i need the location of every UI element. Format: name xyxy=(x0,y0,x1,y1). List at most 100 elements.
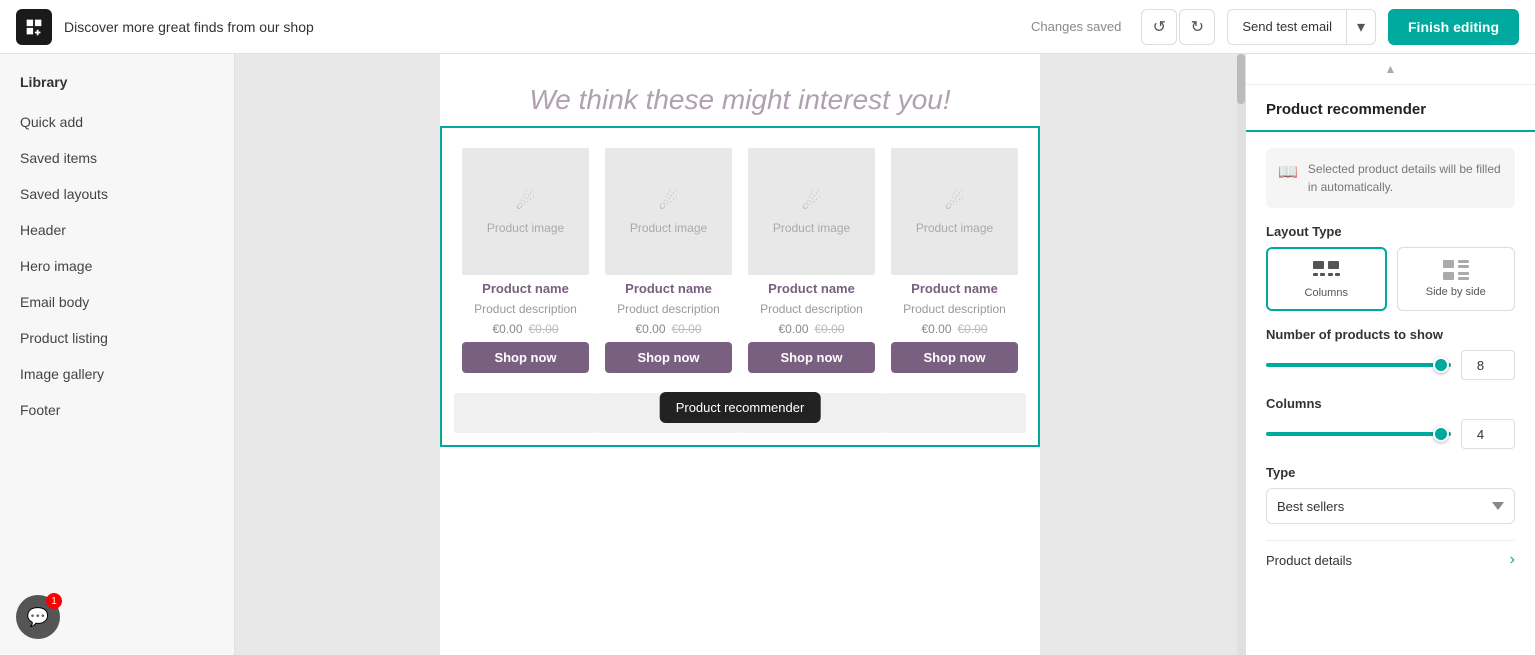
logo-icon xyxy=(23,16,45,38)
sidebar-item-quick-add[interactable]: Quick add xyxy=(0,104,234,140)
num-products-slider-thumb[interactable] xyxy=(1433,357,1449,373)
chat-widget[interactable]: 💬 1 xyxy=(16,595,60,639)
type-section: Type Best sellers Recently viewed Relate… xyxy=(1266,465,1515,524)
send-test-label: Send test email xyxy=(1228,10,1347,44)
logo xyxy=(16,9,52,45)
sidebar-item-saved-items[interactable]: Saved items xyxy=(0,140,234,176)
product-card-stub xyxy=(883,393,1026,433)
product-name[interactable]: Product name xyxy=(891,281,1018,296)
sidebar-item-hero-image[interactable]: Hero image xyxy=(0,248,234,284)
product-price-original: €0.00 xyxy=(815,322,845,336)
num-products-label: Number of products to show xyxy=(1266,327,1515,342)
columns-layout-label: Columns xyxy=(1305,287,1348,299)
product-description[interactable]: Product description xyxy=(748,302,875,316)
sidebar-item-product-listing[interactable]: Product listing xyxy=(0,320,234,356)
email-canvas: We think these might interest you! ☄ Pro… xyxy=(440,54,1040,655)
product-price-original: €0.00 xyxy=(529,322,559,336)
product-grid-selected[interactable]: ☄ Product image Product name Product des… xyxy=(440,126,1040,447)
page-title: Discover more great finds from our shop xyxy=(64,19,1019,35)
shop-now-button[interactable]: Shop now xyxy=(748,342,875,373)
product-card: ☄ Product image Product name Product des… xyxy=(740,140,883,381)
sidebar-item-footer[interactable]: Footer xyxy=(0,392,234,428)
product-details-row[interactable]: Product details › xyxy=(1266,540,1515,579)
product-price-current: €0.00 xyxy=(921,322,951,336)
product-price-current: €0.00 xyxy=(492,322,522,336)
product-card: ☄ Product image Product name Product des… xyxy=(597,140,740,381)
shop-now-button[interactable]: Shop now xyxy=(605,342,732,373)
product-details-arrow-icon[interactable]: › xyxy=(1510,551,1515,569)
right-panel-title: Product recommender xyxy=(1266,101,1426,130)
product-image-placeholder-icon: ☄ xyxy=(659,189,679,215)
send-test-email-button[interactable]: Send test email ▾ xyxy=(1227,9,1376,45)
num-products-slider-row xyxy=(1266,350,1515,380)
product-card-stub xyxy=(454,393,597,433)
product-price: €0.00 €0.00 xyxy=(635,322,701,336)
layout-type-label: Layout Type xyxy=(1266,224,1515,239)
product-card: ☄ Product image Product name Product des… xyxy=(883,140,1026,381)
product-image-label: Product image xyxy=(487,221,564,235)
product-image-placeholder-icon: ☄ xyxy=(802,189,822,215)
section-header: We think these might interest you! xyxy=(440,54,1040,126)
product-price-current: €0.00 xyxy=(635,322,665,336)
product-description[interactable]: Product description xyxy=(605,302,732,316)
scroll-up-icon: ▲ xyxy=(1385,62,1397,76)
product-name[interactable]: Product name xyxy=(605,281,732,296)
product-details-label: Product details xyxy=(1266,553,1352,568)
right-panel-header: Product recommender xyxy=(1246,85,1535,132)
chat-badge: 1 xyxy=(46,593,62,609)
info-icon: 📖 xyxy=(1278,162,1298,182)
send-test-dropdown-arrow[interactable]: ▾ xyxy=(1347,10,1375,44)
scroll-up-indicator: ▲ xyxy=(1246,54,1535,85)
right-panel: ▲ Product recommender 📖 Selected product… xyxy=(1245,54,1535,655)
layout-type-section: Layout Type Columns xyxy=(1266,224,1515,311)
product-price-current: €0.00 xyxy=(778,322,808,336)
main-area: Library Quick add Saved items Saved layo… xyxy=(0,54,1535,655)
sidebar-item-saved-layouts[interactable]: Saved layouts xyxy=(0,176,234,212)
columns-slider-thumb[interactable] xyxy=(1433,426,1449,442)
sidebar-item-image-gallery[interactable]: Image gallery xyxy=(0,356,234,392)
sidebar-item-email-body[interactable]: Email body xyxy=(0,284,234,320)
product-name[interactable]: Product name xyxy=(462,281,589,296)
product-description[interactable]: Product description xyxy=(462,302,589,316)
product-card-stub xyxy=(740,393,883,433)
product-image-label: Product image xyxy=(773,221,850,235)
layout-option-columns[interactable]: Columns xyxy=(1266,247,1387,311)
num-products-section: Number of products to show xyxy=(1266,327,1515,380)
product-description[interactable]: Product description xyxy=(891,302,1018,316)
product-grid-partial xyxy=(442,393,1038,445)
right-panel-body: 📖 Selected product details will be fille… xyxy=(1246,132,1535,595)
undo-button[interactable]: ↺ xyxy=(1141,9,1177,45)
side-by-side-layout-icon xyxy=(1441,258,1471,282)
canvas-scroll[interactable]: We think these might interest you! ☄ Pro… xyxy=(235,54,1245,655)
num-products-input[interactable] xyxy=(1461,350,1515,380)
columns-layout-icon xyxy=(1311,259,1341,283)
redo-button[interactable]: ↻ xyxy=(1179,9,1215,45)
num-products-slider[interactable] xyxy=(1266,363,1451,367)
section-heading[interactable]: We think these might interest you! xyxy=(480,84,1000,116)
product-card-stub xyxy=(597,393,740,433)
canvas-scrollbar-thumb[interactable] xyxy=(1237,54,1245,104)
product-image-label: Product image xyxy=(916,221,993,235)
layout-option-side-by-side[interactable]: Side by side xyxy=(1397,247,1516,311)
finish-editing-button[interactable]: Finish editing xyxy=(1388,9,1519,45)
sidebar-title: Library xyxy=(0,74,234,104)
canvas-area: We think these might interest you! ☄ Pro… xyxy=(235,54,1245,655)
product-image-box: ☄ Product image xyxy=(891,148,1018,275)
shop-now-button[interactable]: Shop now xyxy=(462,342,589,373)
type-label: Type xyxy=(1266,465,1515,480)
type-select[interactable]: Best sellers Recently viewed Related pro… xyxy=(1266,488,1515,524)
product-name[interactable]: Product name xyxy=(748,281,875,296)
sidebar-item-header[interactable]: Header xyxy=(0,212,234,248)
shop-now-button[interactable]: Shop now xyxy=(891,342,1018,373)
columns-input[interactable] xyxy=(1461,419,1515,449)
columns-slider-row xyxy=(1266,419,1515,449)
columns-slider[interactable] xyxy=(1266,432,1451,436)
topbar: Discover more great finds from our shop … xyxy=(0,0,1535,54)
info-box: 📖 Selected product details will be fille… xyxy=(1266,148,1515,208)
canvas-scrollbar[interactable] xyxy=(1237,54,1245,655)
sidebar: Library Quick add Saved items Saved layo… xyxy=(0,54,235,655)
product-price: €0.00 €0.00 xyxy=(778,322,844,336)
product-price-original: €0.00 xyxy=(672,322,702,336)
save-status: Changes saved xyxy=(1031,19,1121,34)
product-price: €0.00 €0.00 xyxy=(492,322,558,336)
